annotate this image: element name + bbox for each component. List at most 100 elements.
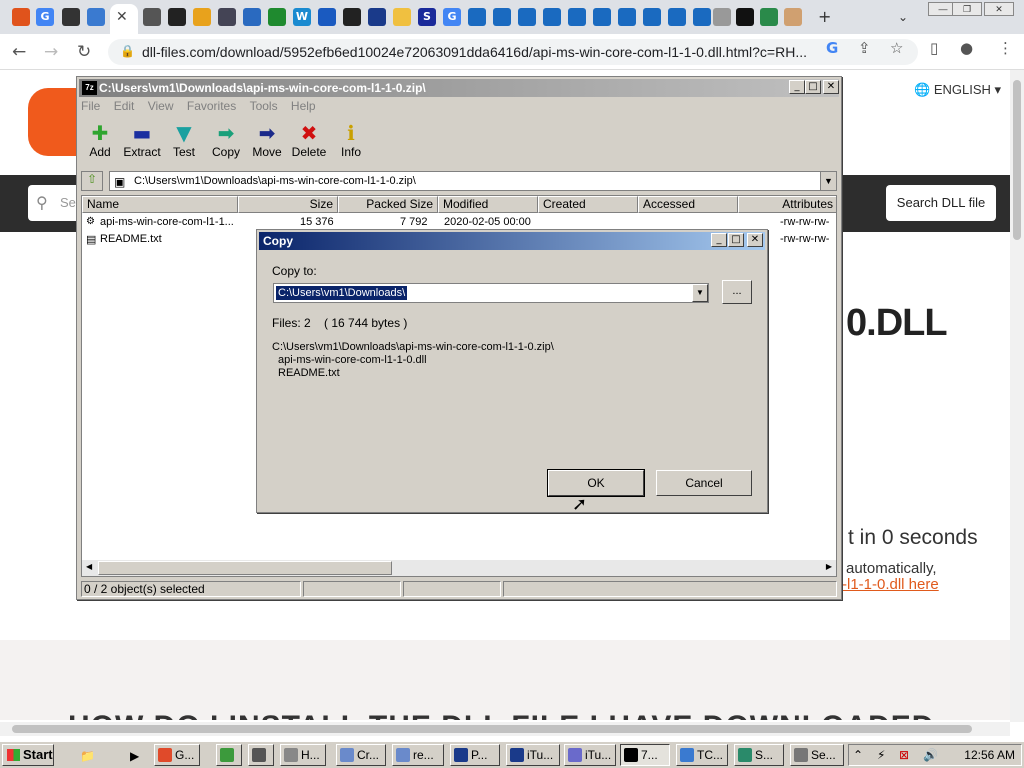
tab-favicon[interactable] — [593, 8, 611, 26]
tab-favicon[interactable] — [468, 8, 486, 26]
tab-favicon[interactable]: G — [36, 8, 54, 26]
tab-favicon[interactable] — [518, 8, 536, 26]
7zip-close-icon[interactable]: ✕ — [823, 80, 839, 94]
taskbar-item[interactable]: 7... — [620, 744, 670, 766]
move-button[interactable]: ➡ Move — [245, 121, 289, 159]
start-button[interactable]: Start — [2, 744, 54, 766]
page-vertical-scrollbar[interactable] — [1010, 70, 1024, 722]
address-bar[interactable]: 🔒 dll-files.com/download/5952efb6ed10024… — [108, 39, 918, 65]
tab-favicon[interactable] — [343, 8, 361, 26]
site-logo[interactable] — [28, 88, 78, 156]
add-button[interactable]: ✚ Add — [78, 121, 122, 159]
copy-maximize-icon[interactable]: □ — [728, 233, 744, 247]
menu-help[interactable]: Help — [291, 99, 316, 113]
test-button[interactable]: ▼ Test — [162, 121, 206, 159]
reload-icon[interactable]: ↻ — [77, 42, 91, 62]
tab-favicon[interactable] — [268, 8, 286, 26]
tab-favicon[interactable] — [62, 8, 80, 26]
column-header-attributes[interactable]: Attributes — [738, 196, 836, 213]
menu-file[interactable]: File — [81, 99, 100, 113]
tab-favicon[interactable] — [618, 8, 636, 26]
copy-close-icon[interactable]: ✕ — [747, 233, 763, 247]
delete-button[interactable]: ✖ Delete — [287, 121, 331, 159]
taskbar-item[interactable]: re... — [392, 744, 444, 766]
column-header-size[interactable]: Size — [238, 196, 338, 213]
path-dropdown-icon[interactable]: ▼ — [820, 172, 836, 190]
tab-favicon[interactable] — [318, 8, 336, 26]
tab-favicon[interactable] — [193, 8, 211, 26]
destination-dropdown-icon[interactable]: ▼ — [692, 284, 708, 302]
quicklaunch-folder-icon[interactable]: 📁 — [80, 749, 95, 763]
tab-favicon[interactable] — [393, 8, 411, 26]
7zip-title-bar[interactable]: 7z C:\Users\vm1\Downloads\api-ms-win-cor… — [79, 79, 839, 97]
menu-edit[interactable]: Edit — [114, 99, 135, 113]
network-icon[interactable]: ⚡ — [877, 748, 885, 762]
taskbar-item[interactable] — [248, 744, 274, 766]
page-horizontal-scrollbar[interactable] — [0, 722, 1010, 736]
7zip-path-combo[interactable]: ▣ C:\Users\vm1\Downloads\api-ms-win-core… — [109, 171, 837, 191]
close-window-icon[interactable]: ✕ — [984, 2, 1014, 16]
destination-combo[interactable]: C:\Users\vm1\Downloads\ ▼ — [273, 283, 709, 303]
column-header-name[interactable]: Name — [82, 196, 238, 213]
column-header-modified[interactable]: Modified — [438, 196, 538, 213]
scroll-thumb[interactable] — [12, 725, 972, 733]
clock[interactable]: 12:56 AM — [964, 748, 1015, 762]
taskbar-item[interactable] — [216, 744, 242, 766]
7zip-minimize-icon[interactable]: _ — [789, 80, 805, 94]
new-tab-icon[interactable]: + — [818, 7, 831, 26]
google-translate-icon[interactable]: G — [826, 39, 838, 57]
back-icon[interactable]: ← — [12, 42, 26, 62]
cancel-button[interactable]: Cancel — [656, 470, 752, 496]
language-selector[interactable]: 🌐 ENGLISH ▾ — [914, 82, 1001, 98]
volume-icon[interactable]: 🔊 — [923, 748, 938, 762]
taskbar-item[interactable]: Cr... — [336, 744, 386, 766]
taskbar-item[interactable]: P... — [450, 744, 500, 766]
forward-icon[interactable]: → — [44, 42, 58, 62]
column-header-created[interactable]: Created — [538, 196, 638, 213]
column-header-accessed[interactable]: Accessed — [638, 196, 738, 213]
tab-favicon[interactable] — [643, 8, 661, 26]
7zip-horizontal-scrollbar[interactable]: ◀ ▶ — [82, 560, 836, 576]
profile-icon[interactable]: ● — [960, 39, 973, 57]
restore-window-icon[interactable]: ❐ — [952, 2, 982, 16]
scroll-left-icon[interactable]: ◀ — [86, 562, 92, 571]
menu-favorites[interactable]: Favorites — [187, 99, 236, 113]
tab-favicon[interactable] — [693, 8, 711, 26]
tab-favicon[interactable] — [713, 8, 731, 26]
tab-favicon[interactable] — [668, 8, 686, 26]
scroll-right-icon[interactable]: ▶ — [826, 562, 832, 571]
tab-search-chevron-icon[interactable]: ⌄ — [898, 10, 908, 24]
tab-favicon[interactable] — [143, 8, 161, 26]
search-dll-button[interactable]: Search DLL file — [886, 185, 996, 221]
tab-favicon[interactable] — [168, 8, 186, 26]
tab-favicon[interactable] — [12, 8, 30, 26]
info-button[interactable]: ℹ Info — [329, 121, 373, 159]
ok-button[interactable]: OK — [547, 469, 645, 497]
tab-favicon[interactable] — [368, 8, 386, 26]
scroll-thumb[interactable] — [98, 561, 392, 575]
copy-minimize-icon[interactable]: _ — [711, 233, 727, 247]
quicklaunch-media-icon[interactable]: ▶ — [130, 749, 139, 763]
tab-favicon[interactable] — [218, 8, 236, 26]
menu-view[interactable]: View — [148, 99, 174, 113]
taskbar-item[interactable]: G... — [154, 744, 200, 766]
tab-close-icon[interactable]: ✕ — [116, 9, 128, 25]
copy-dialog-title-bar[interactable]: Copy — [259, 232, 765, 250]
column-header-packed-size[interactable]: Packed Size — [338, 196, 438, 213]
tab-favicon[interactable] — [543, 8, 561, 26]
folder-up-icon[interactable]: ⇧ — [81, 171, 103, 191]
security-icon[interactable]: ⊠ — [899, 748, 909, 762]
tab-favicon[interactable] — [784, 8, 802, 26]
tab-favicon[interactable]: G — [443, 8, 461, 26]
tab-favicon[interactable] — [568, 8, 586, 26]
extract-button[interactable]: ▬ Extract — [120, 121, 164, 159]
browse-button[interactable]: ... — [722, 280, 752, 304]
bookmark-star-icon[interactable]: ☆ — [890, 39, 903, 57]
tab-favicon[interactable] — [493, 8, 511, 26]
tab-favicon[interactable]: W — [293, 8, 311, 26]
scroll-thumb[interactable] — [1013, 80, 1021, 240]
browser-menu-icon[interactable]: ⋮ — [998, 39, 1013, 57]
tab-favicon[interactable] — [243, 8, 261, 26]
taskbar-item[interactable]: iTu... — [506, 744, 560, 766]
side-panel-icon[interactable]: ▯ — [930, 39, 938, 57]
